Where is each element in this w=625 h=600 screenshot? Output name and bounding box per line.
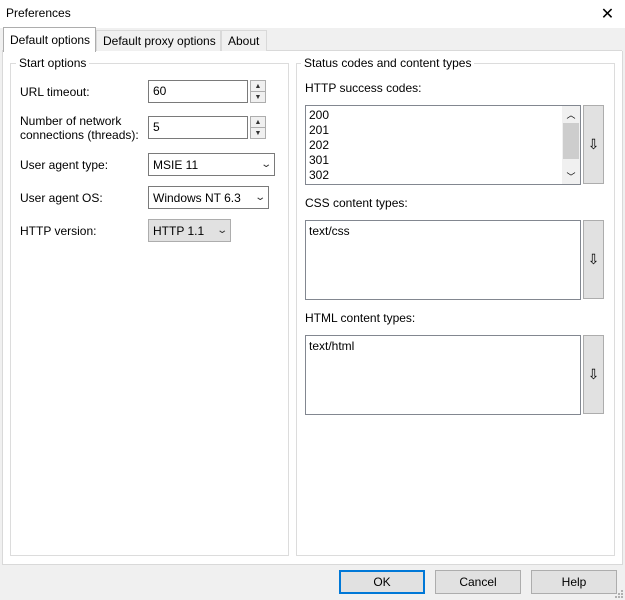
list-item[interactable]: 302 [309, 168, 560, 183]
title-bar: Preferences ✕ [0, 0, 625, 28]
list-item[interactable]: 201 [309, 123, 560, 138]
user-agent-os-value: Windows NT 6.3 [153, 190, 241, 205]
spin-up-icon[interactable]: ▲ [251, 117, 265, 127]
spin-up-icon[interactable]: ▲ [251, 81, 265, 91]
http-success-codes-label: HTTP success codes: [305, 81, 422, 95]
close-button[interactable]: ✕ [590, 0, 625, 27]
connections-input[interactable]: 5 [148, 116, 248, 139]
chevron-down-icon: ⌄ [215, 225, 228, 236]
http-version-value: HTTP 1.1 [153, 223, 205, 238]
arrow-down-icon: ⇩ [587, 251, 600, 267]
http-version-label: HTTP version: [20, 224, 97, 238]
user-agent-os-select[interactable]: Windows NT 6.3 ⌄ [148, 186, 269, 209]
user-agent-os-label: User agent OS: [20, 191, 103, 205]
cancel-button[interactable]: Cancel [435, 570, 521, 594]
http-success-codes-list[interactable]: 200 201 202 301 302 [305, 105, 581, 185]
url-timeout-input[interactable]: 60 [148, 80, 248, 103]
list-item[interactable]: 200 [309, 108, 560, 123]
http-version-select[interactable]: HTTP 1.1 ⌄ [148, 219, 231, 242]
http-success-scrollbar[interactable]: ︿ ﹀ [562, 106, 580, 184]
css-content-types-list[interactable]: text/css [305, 220, 581, 300]
arrow-down-icon: ⇩ [587, 136, 600, 152]
url-timeout-label: URL timeout: [20, 85, 90, 99]
html-types-add-button[interactable]: ⇩ [583, 335, 604, 414]
connections-label-line2: connections (threads): [20, 128, 139, 142]
start-options-title: Start options [16, 56, 90, 70]
tab-default-options[interactable]: Default options [3, 27, 96, 52]
http-success-add-button[interactable]: ⇩ [583, 105, 604, 184]
scroll-thumb[interactable] [563, 123, 579, 159]
user-agent-type-label: User agent type: [20, 158, 109, 172]
tab-default-proxy-options[interactable]: Default proxy options [96, 30, 221, 51]
close-icon: ✕ [600, 5, 615, 23]
help-label: Help [561, 575, 587, 589]
scroll-down-icon[interactable]: ﹀ [562, 168, 580, 184]
list-item[interactable]: 301 [309, 153, 560, 168]
ok-label: OK [373, 575, 391, 589]
help-button[interactable]: Help [531, 570, 617, 594]
url-timeout-spinner[interactable]: ▲ ▼ [250, 80, 266, 103]
list-item[interactable]: text/css [309, 224, 577, 239]
tab-label: About [228, 34, 260, 48]
user-agent-type-select[interactable]: MSIE 11 ⌄ [148, 153, 275, 176]
user-agent-type-value: MSIE 11 [153, 157, 199, 172]
css-types-add-button[interactable]: ⇩ [583, 220, 604, 299]
status-codes-title: Status codes and content types [301, 56, 475, 70]
scroll-up-icon[interactable]: ︿ [562, 106, 580, 122]
css-content-types-label: CSS content types: [305, 196, 408, 210]
window-title: Preferences [6, 6, 71, 20]
chevron-down-icon: ⌄ [259, 159, 272, 170]
spin-down-icon[interactable]: ▼ [251, 127, 265, 138]
tab-label: Default proxy options [103, 34, 216, 48]
connections-label-line1: Number of network [20, 114, 122, 128]
cancel-label: Cancel [459, 575, 497, 589]
list-item[interactable]: text/html [309, 339, 577, 354]
tab-about[interactable]: About [221, 30, 267, 51]
list-item[interactable]: 202 [309, 138, 560, 153]
html-content-types-list[interactable]: text/html [305, 335, 581, 415]
ok-button[interactable]: OK [339, 570, 425, 594]
connections-spinner[interactable]: ▲ ▼ [250, 116, 266, 139]
resize-grip-icon[interactable] [612, 587, 624, 599]
chevron-down-icon: ⌄ [253, 192, 266, 203]
spin-down-icon[interactable]: ▼ [251, 91, 265, 102]
html-content-types-label: HTML content types: [305, 311, 416, 325]
tab-label: Default options [10, 33, 91, 47]
arrow-down-icon: ⇩ [587, 366, 600, 382]
